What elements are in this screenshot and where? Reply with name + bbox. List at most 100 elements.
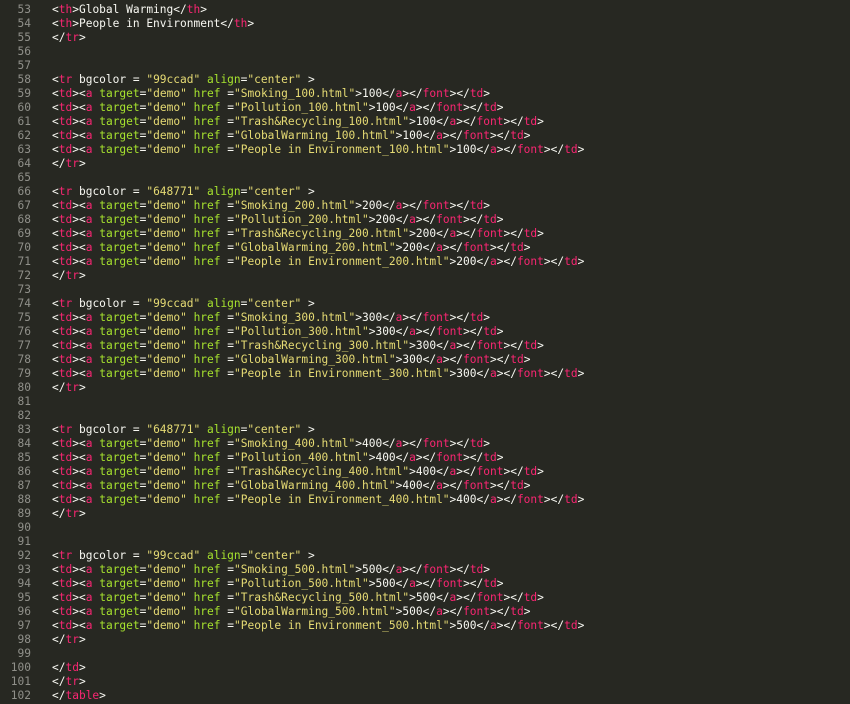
code-editor[interactable]: 53 54 55 56 57 58 59 60 61 62 63 64 65 66 67 68 69 70 71 72…: [0, 0, 850, 704]
code-token: >: [78, 661, 86, 674]
code-token: "center": [247, 73, 302, 86]
code-line[interactable]: </tr>: [52, 675, 86, 689]
code-token: >: [483, 87, 491, 100]
code-line[interactable]: <td><a target="demo" href ="Smoking_100.…: [52, 87, 490, 101]
code-line[interactable]: <tr bgcolor = "648771" align="center" >: [52, 185, 315, 199]
code-line[interactable]: <td><a target="demo" href ="Smoking_300.…: [52, 311, 490, 325]
code-line[interactable]: <td><a target="demo" href ="Trash&Recycl…: [52, 591, 544, 605]
code-line[interactable]: </tr>: [52, 31, 86, 45]
code-token: td: [58, 87, 73, 100]
code-line[interactable]: <td><a target="demo" href ="Pollution_20…: [52, 213, 504, 227]
code-line[interactable]: <td><a target="demo" href ="People in En…: [52, 493, 584, 507]
code-token: font: [436, 325, 464, 338]
code-line[interactable]: <td><a target="demo" href ="Pollution_40…: [52, 451, 504, 465]
code-token: "Trash&Recycling_200.html": [234, 227, 410, 240]
code-line[interactable]: </tr>: [52, 157, 86, 171]
line-number: 75: [17, 311, 31, 324]
code-token: >: [483, 311, 491, 324]
code-token: href: [193, 353, 221, 366]
code-line[interactable]: <td><a target="demo" href ="GlobalWarmin…: [52, 241, 530, 255]
code-line[interactable]: </td>: [52, 661, 86, 675]
code-line[interactable]: <tr bgcolor = "99ccad" align="center" >: [52, 73, 315, 87]
code-line[interactable]: </table>: [52, 689, 106, 703]
code-token: <: [52, 437, 59, 450]
code-token: td: [483, 213, 497, 226]
code-token: td: [523, 227, 538, 240]
code-line[interactable]: <td><a target="demo" href ="People in En…: [52, 619, 584, 633]
code-token: tr: [58, 73, 73, 86]
code-token: <: [52, 591, 59, 604]
code-line[interactable]: <tr bgcolor = "99ccad" align="center" >: [52, 549, 315, 563]
code-line[interactable]: <td><a target="demo" href ="People in En…: [52, 143, 584, 157]
code-line[interactable]: <tr bgcolor = "99ccad" align="center" >: [52, 297, 315, 311]
line-number-gutter: 53 54 55 56 57 58 59 60 61 62 63 64 65 66 67 68 69 70 71 72…: [0, 0, 38, 704]
code-token: =: [220, 325, 234, 338]
code-line[interactable]: <tr bgcolor = "648771" align="center" >: [52, 423, 315, 437]
code-line[interactable]: <td><a target="demo" href ="Trash&Recycl…: [52, 465, 544, 479]
code-token: "Smoking_500.html": [234, 563, 356, 576]
code-token: td: [58, 213, 73, 226]
code-token: >: [577, 143, 585, 156]
code-token: "demo": [146, 437, 187, 450]
code-line[interactable]: <td><a target="demo" href ="Smoking_200.…: [52, 199, 490, 213]
code-token: ></: [503, 227, 524, 240]
code-token: "demo": [146, 255, 187, 268]
line-number: 97: [17, 619, 31, 632]
code-token: ></: [449, 437, 470, 450]
code-token: <: [52, 241, 59, 254]
code-token: "demo": [146, 493, 187, 506]
code-token: tr: [65, 31, 79, 44]
code-line[interactable]: <td><a target="demo" href ="GlobalWarmin…: [52, 353, 530, 367]
code-area[interactable]: <th>Global Warming</th> <th>People in Env…: [52, 0, 850, 704]
code-line[interactable]: <td><a target="demo" href ="Trash&Recycl…: [52, 339, 544, 353]
code-line[interactable]: <td><a target="demo" href ="Pollution_50…: [52, 577, 504, 591]
code-token: ><: [72, 129, 86, 142]
line-number: 100: [10, 661, 31, 674]
code-line[interactable]: <td><a target="demo" href ="Smoking_500.…: [52, 563, 490, 577]
code-token: ></: [449, 199, 470, 212]
code-token: align: [206, 185, 241, 198]
code-line[interactable]: <td><a target="demo" href ="GlobalWarmin…: [52, 129, 530, 143]
code-line[interactable]: <td><a target="demo" href ="GlobalWarmin…: [52, 605, 530, 619]
line-number: 93: [17, 563, 31, 576]
code-token: a: [436, 129, 443, 142]
code-token: bgcolor =: [72, 185, 147, 198]
code-token: font: [422, 437, 450, 450]
code-token: =: [220, 493, 234, 506]
code-token: target: [99, 325, 140, 338]
code-line[interactable]: </tr>: [52, 269, 86, 283]
code-line[interactable]: <td><a target="demo" href ="People in En…: [52, 255, 584, 269]
code-token: td: [58, 143, 73, 156]
code-line[interactable]: <td><a target="demo" href ="GlobalWarmin…: [52, 479, 530, 493]
code-token: >: [537, 591, 544, 604]
code-token: >300</: [355, 311, 396, 324]
code-line[interactable]: <td><a target="demo" href ="Smoking_400.…: [52, 437, 490, 451]
code-token: ></: [402, 87, 423, 100]
code-line[interactable]: </tr>: [52, 633, 86, 647]
code-token: ></: [415, 213, 437, 226]
line-number: 67: [17, 199, 31, 212]
code-line[interactable]: <td><a target="demo" href ="People in En…: [52, 367, 584, 381]
code-token: font: [463, 241, 490, 254]
code-token: td: [510, 605, 524, 618]
code-token: td: [469, 87, 484, 100]
code-line[interactable]: <td><a target="demo" href ="Pollution_10…: [52, 101, 504, 115]
code-line[interactable]: <th>Global Warming</th>: [52, 3, 207, 17]
code-token: target: [99, 619, 140, 632]
code-line[interactable]: </tr>: [52, 381, 86, 395]
code-line[interactable]: </tr>: [52, 507, 86, 521]
code-line[interactable]: <th>People in Environment</th>: [52, 17, 254, 31]
code-line[interactable]: <td><a target="demo" href ="Pollution_30…: [52, 325, 504, 339]
code-token: a: [489, 367, 497, 380]
code-token: >100</: [409, 115, 450, 128]
code-line[interactable]: <td><a target="demo" href ="Trash&Recycl…: [52, 115, 544, 129]
code-token: >: [537, 339, 544, 352]
code-token: ></: [463, 325, 484, 338]
code-line[interactable]: <td><a target="demo" href ="Trash&Recycl…: [52, 227, 544, 241]
code-token: >400</: [368, 451, 410, 464]
code-token: "GlobalWarming_200.html": [234, 241, 396, 254]
code-token: >400</: [355, 437, 396, 450]
